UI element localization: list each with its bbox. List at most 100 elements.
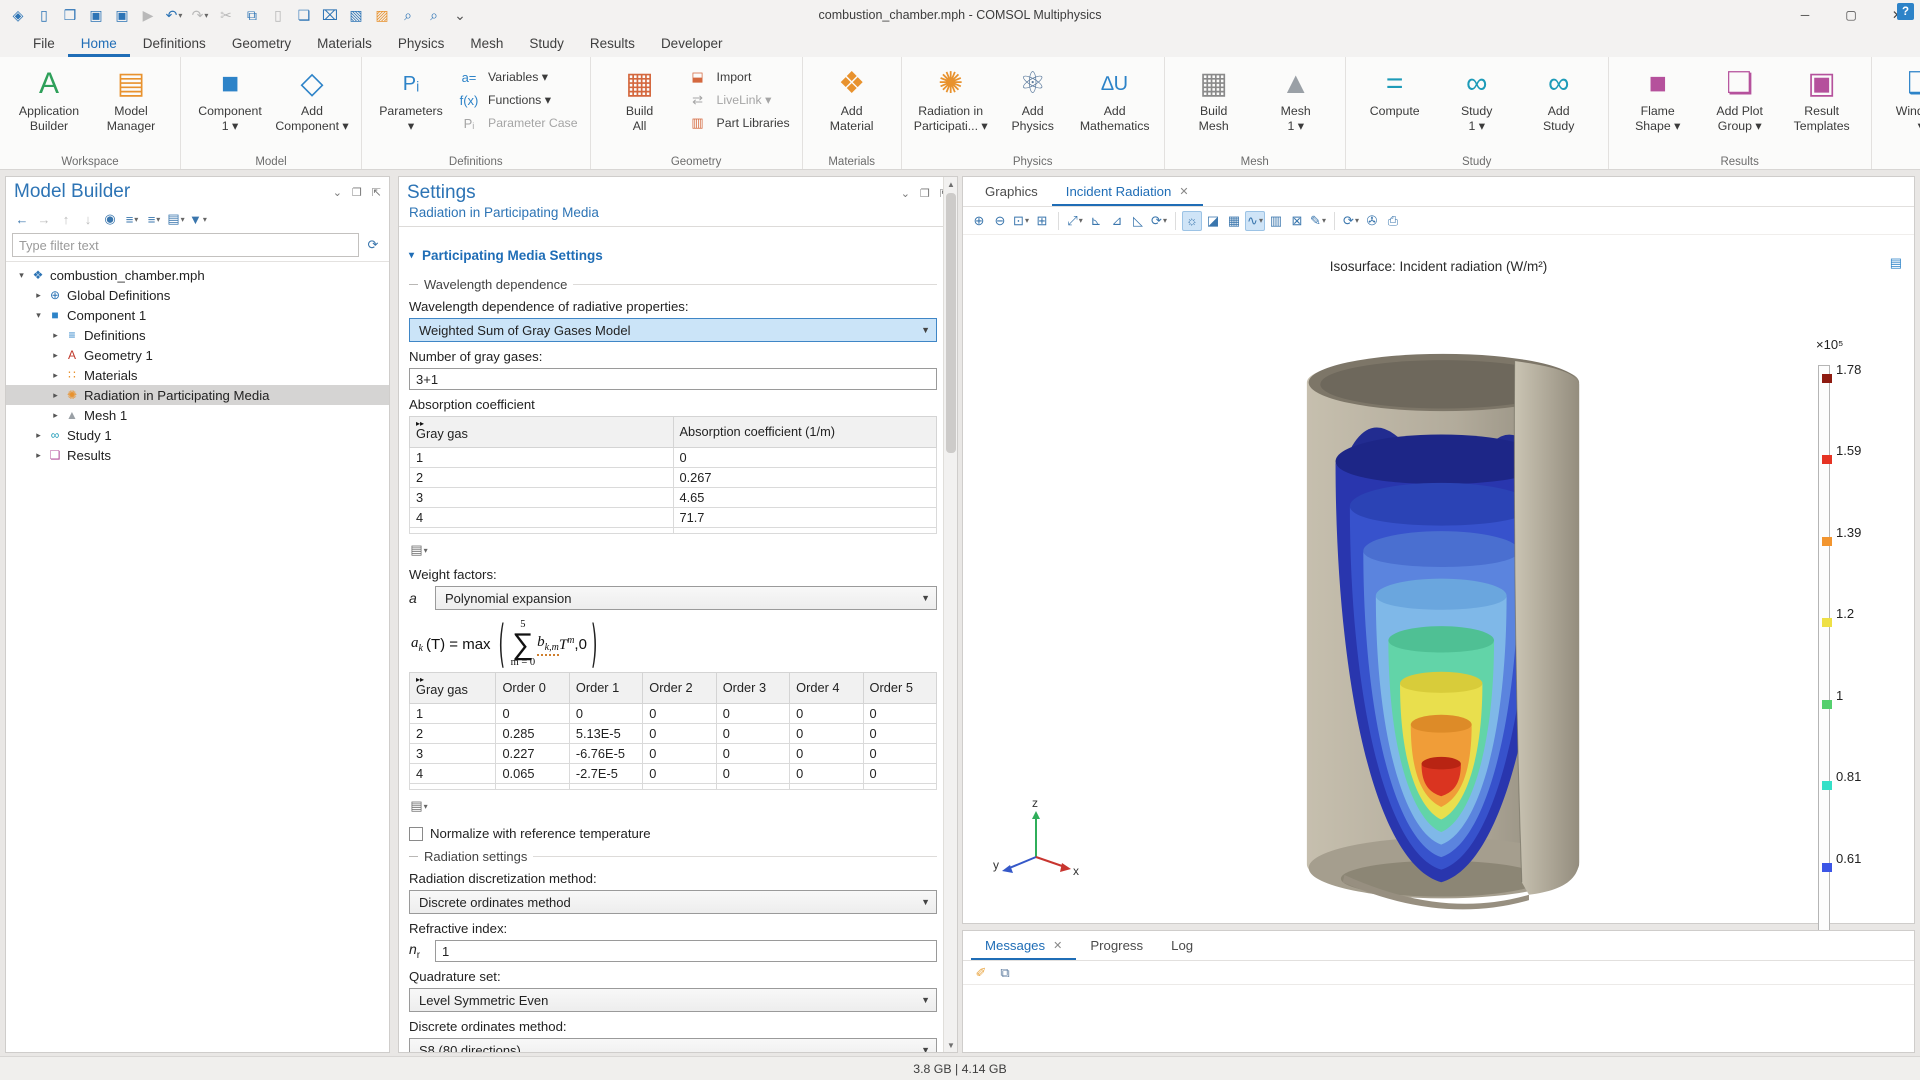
pin-panel-button[interactable]: ⇱ <box>372 186 381 199</box>
table-cell[interactable]: 3 <box>410 488 674 508</box>
quadrature-set-select[interactable]: Level Symmetric Even ▼ <box>409 988 937 1012</box>
tab-progress[interactable]: Progress <box>1076 932 1157 960</box>
back-button[interactable]: ← <box>12 209 32 229</box>
table-cell[interactable]: 0 <box>716 744 789 764</box>
flame-shape-button[interactable]: ■FlameShape ▾ <box>1617 61 1699 135</box>
table-cell[interactable]: 0.227 <box>496 744 569 764</box>
table-cell[interactable]: 4.65 <box>673 488 937 508</box>
lock-view-button[interactable]: ⊠ <box>1287 211 1307 231</box>
table-cell[interactable] <box>569 784 642 790</box>
tree-expander-icon[interactable]: ▸ <box>48 410 63 421</box>
add-physics-button[interactable]: ⚛AddPhysics <box>992 61 1074 135</box>
table-cell[interactable]: 0 <box>569 704 642 724</box>
open-file-button[interactable]: ❒ <box>58 3 82 27</box>
view-zx-button[interactable]: ◺ <box>1128 211 1148 231</box>
run-button[interactable]: ▶ <box>136 3 160 27</box>
tree-item-definitions[interactable]: ▸≡Definitions <box>6 325 389 345</box>
table-cell[interactable] <box>790 784 863 790</box>
annotation-button[interactable]: ✎▾ <box>1308 211 1328 231</box>
table-cell[interactable]: 0 <box>863 764 936 784</box>
mesh-1-button[interactable]: ▲Mesh1 ▾ <box>1255 61 1337 135</box>
customize-qat-button[interactable]: ⌄ <box>448 3 472 27</box>
collapse-panel-button[interactable]: ⌄ <box>901 187 910 200</box>
wireframe-button[interactable]: ▦ <box>1224 211 1244 231</box>
plot-settings-button[interactable]: ∿▾ <box>1245 211 1265 231</box>
zoom-extents-button[interactable]: ⊞ <box>1032 211 1052 231</box>
close-icon[interactable]: ✕ <box>1053 939 1062 952</box>
tree-item-materials[interactable]: ▸∷Materials <box>6 365 389 385</box>
find-button[interactable]: ⌕ <box>396 3 420 27</box>
table-cell[interactable]: 0.267 <box>673 468 937 488</box>
normalize-checkbox[interactable] <box>409 827 423 841</box>
table-cell[interactable]: -6.76E-5 <box>569 744 642 764</box>
table-cell[interactable]: 0 <box>643 724 716 744</box>
add-material-button[interactable]: ❖AddMaterial <box>811 61 893 135</box>
model-manager-button[interactable]: ▤ModelManager <box>90 61 172 135</box>
section-participating-media-settings[interactable]: ▾ Participating Media Settings <box>409 241 937 269</box>
comsol-logo[interactable]: ◈ <box>6 3 30 27</box>
zoom-out-button[interactable]: ⊖ <box>990 211 1010 231</box>
table-cell[interactable]: 0 <box>790 764 863 784</box>
model-tree-filter-button[interactable]: ▼▾ <box>188 209 208 229</box>
livelink-button[interactable]: ⇄LiveLink ▾ <box>681 90 794 110</box>
show-button[interactable]: ◉ <box>100 209 120 229</box>
table-cell[interactable]: 4 <box>410 508 674 528</box>
tab-log[interactable]: Log <box>1157 932 1207 960</box>
gray-gases-input[interactable] <box>409 368 937 390</box>
float-panel-button[interactable]: ❐ <box>920 187 930 200</box>
table-cell[interactable]: 0.065 <box>496 764 569 784</box>
clear-selection-button[interactable]: ▨ <box>370 3 394 27</box>
redo-button[interactable]: ↷▾ <box>188 3 212 27</box>
table-edit-icon[interactable]: ▤▾ <box>409 796 429 816</box>
tree-expander-icon[interactable]: ▸ <box>31 430 46 441</box>
tree-expander-icon[interactable]: ▸ <box>31 290 46 301</box>
table-cell[interactable]: 0 <box>790 704 863 724</box>
table-cell[interactable] <box>410 784 496 790</box>
node-label-button[interactable]: ▤▾ <box>166 209 186 229</box>
menu-home[interactable]: Home <box>68 32 130 57</box>
tree-item-component-1[interactable]: ▾■Component 1 <box>6 305 389 325</box>
windows-button[interactable]: ❑Windows▾ <box>1880 61 1920 135</box>
clear-messages-button[interactable]: ✐ <box>971 963 991 983</box>
wavelength-dependence-select[interactable]: Weighted Sum of Gray Gases Model ▼ <box>409 318 937 342</box>
menu-geometry[interactable]: Geometry <box>219 32 304 57</box>
tab-graphics[interactable]: Graphics <box>971 178 1052 206</box>
scroll-up-icon[interactable]: ▲ <box>944 177 958 191</box>
table-cell[interactable]: 2 <box>410 468 674 488</box>
save-as-button[interactable]: ▣ <box>110 3 134 27</box>
move-down-button[interactable]: ↓ <box>78 209 98 229</box>
ordinates-method-select[interactable]: S8 (80 directions) ▼ <box>409 1038 937 1053</box>
settings-scrollbar[interactable]: ▲ ▼ <box>943 177 957 1052</box>
menu-mesh[interactable]: Mesh <box>457 32 516 57</box>
table-cell[interactable]: 0 <box>790 744 863 764</box>
go-to-default-view-button[interactable]: ⤢▾ <box>1065 211 1085 231</box>
result-templates-button[interactable]: ▣ResultTemplates <box>1781 61 1863 135</box>
table-cell[interactable]: 3 <box>410 744 496 764</box>
tree-item-radiation-in-participating-media[interactable]: ▸✺Radiation in Participating Media <box>6 385 389 405</box>
build-all-button[interactable]: ▦BuildAll <box>599 61 681 135</box>
variables-button[interactable]: a=Variables ▾ <box>452 67 582 87</box>
copy-button[interactable]: ⧉ <box>240 3 264 27</box>
table-edit-icon[interactable]: ▤▾ <box>409 540 429 560</box>
menu-results[interactable]: Results <box>577 32 648 57</box>
image-snapshot-button[interactable]: ✇ <box>1362 211 1382 231</box>
compute-button[interactable]: =Compute <box>1354 61 1436 119</box>
menu-materials[interactable]: Materials <box>304 32 385 57</box>
collapse-all-button[interactable]: ≡▾ <box>144 209 164 229</box>
table-cell[interactable]: 0.285 <box>496 724 569 744</box>
add-component-button[interactable]: ◇AddComponent ▾ <box>271 61 353 135</box>
transparency-button[interactable]: ◪ <box>1203 211 1223 231</box>
tree-expander-icon[interactable]: ▸ <box>48 350 63 361</box>
table-cell[interactable]: 1 <box>410 448 674 468</box>
cut-button[interactable]: ✂ <box>214 3 238 27</box>
functions-button[interactable]: f(x)Functions ▾ <box>452 90 582 110</box>
view-xy-button[interactable]: ⊾ <box>1086 211 1106 231</box>
menu-definitions[interactable]: Definitions <box>130 32 219 57</box>
tree-expander-icon[interactable]: ▾ <box>31 310 46 321</box>
collapse-panel-button[interactable]: ⌄ <box>333 186 342 199</box>
print-button[interactable]: ⎙ <box>1383 211 1403 231</box>
plot-area[interactable]: Isosurface: Incident radiation (W/m²) ▤ <box>963 237 1914 923</box>
application-builder-button[interactable]: AApplicationBuilder <box>8 61 90 135</box>
table-cell[interactable]: 0 <box>643 764 716 784</box>
table-cell[interactable] <box>863 784 936 790</box>
